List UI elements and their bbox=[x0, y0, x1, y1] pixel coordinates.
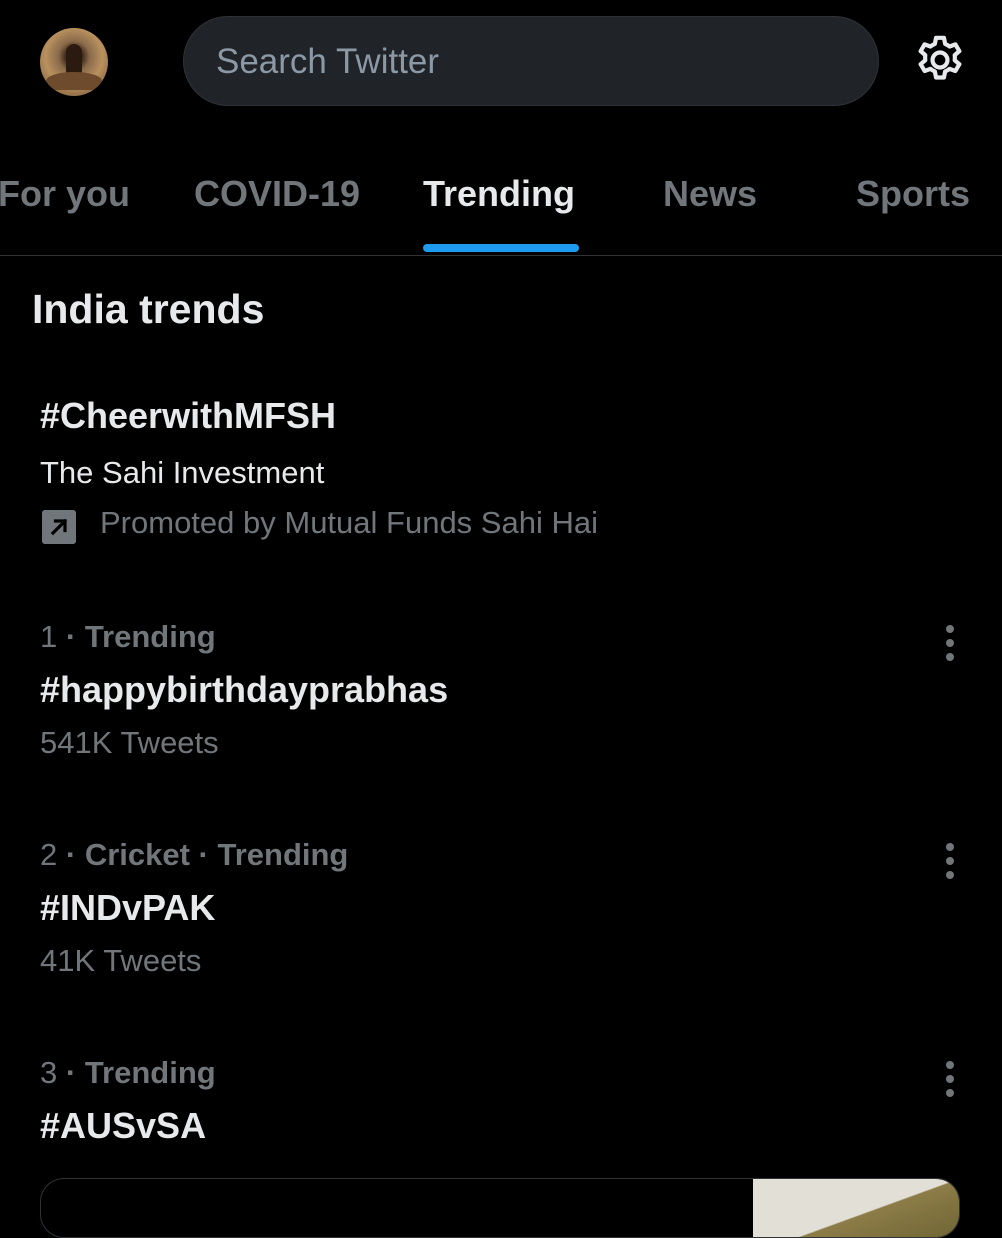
trend-hashtag: #AUSvSA bbox=[40, 1105, 207, 1146]
tab-label: COVID-19 bbox=[194, 173, 361, 214]
trend-tweet-count: 41K Tweets bbox=[40, 943, 202, 978]
more-icon[interactable] bbox=[938, 625, 962, 665]
trend-hashtag: #INDvPAK bbox=[40, 887, 216, 928]
promoted-hashtag: #CheerwithMFSH bbox=[40, 395, 337, 436]
active-tab-indicator bbox=[423, 244, 579, 252]
more-icon[interactable] bbox=[938, 1061, 962, 1101]
trend-rank: 1 bbox=[40, 619, 58, 654]
trend-status: Trending bbox=[84, 619, 216, 654]
trend-category: Cricket bbox=[84, 837, 190, 872]
trend-tweet-count: 541K Tweets bbox=[40, 725, 219, 760]
trend-meta: 3 · Trending bbox=[40, 1055, 216, 1090]
gear-icon[interactable] bbox=[912, 32, 968, 88]
promoted-icon bbox=[42, 510, 76, 544]
section-title: India trends bbox=[32, 286, 265, 332]
tab-label: Sports bbox=[856, 173, 971, 214]
tab-label: Trending bbox=[423, 173, 575, 214]
tab-label: For you bbox=[0, 173, 130, 214]
avatar[interactable] bbox=[40, 28, 108, 96]
promoted-trend[interactable]: #CheerwithMFSH The Sahi Investment Promo… bbox=[40, 395, 960, 544]
trend-hashtag: #happybirthdayprabhas bbox=[40, 669, 449, 710]
tab-label: News bbox=[663, 173, 758, 214]
trend-rank: 2 bbox=[40, 837, 58, 872]
promoted-description: The Sahi Investment bbox=[40, 455, 325, 490]
trend-media-card[interactable] bbox=[40, 1178, 960, 1238]
trend-status: Trending bbox=[217, 837, 349, 872]
explore-tabs: For you COVID-19 Trending News Sports bbox=[0, 124, 1002, 256]
more-icon[interactable] bbox=[938, 843, 962, 883]
avatar-background bbox=[46, 72, 102, 90]
search-input[interactable] bbox=[214, 17, 838, 107]
card-thumbnail bbox=[753, 1179, 959, 1237]
trend-meta: 2 · Cricket · Trending bbox=[40, 837, 349, 872]
avatar-figure bbox=[66, 44, 82, 74]
top-bar bbox=[0, 0, 1002, 124]
trend-meta: 1 · Trending bbox=[40, 619, 216, 654]
search-box[interactable] bbox=[183, 16, 879, 107]
trend-rank: 3 bbox=[40, 1055, 58, 1090]
promoted-by-text: Promoted by Mutual Funds Sahi Hai bbox=[100, 505, 598, 540]
trend-status: Trending bbox=[84, 1055, 216, 1090]
